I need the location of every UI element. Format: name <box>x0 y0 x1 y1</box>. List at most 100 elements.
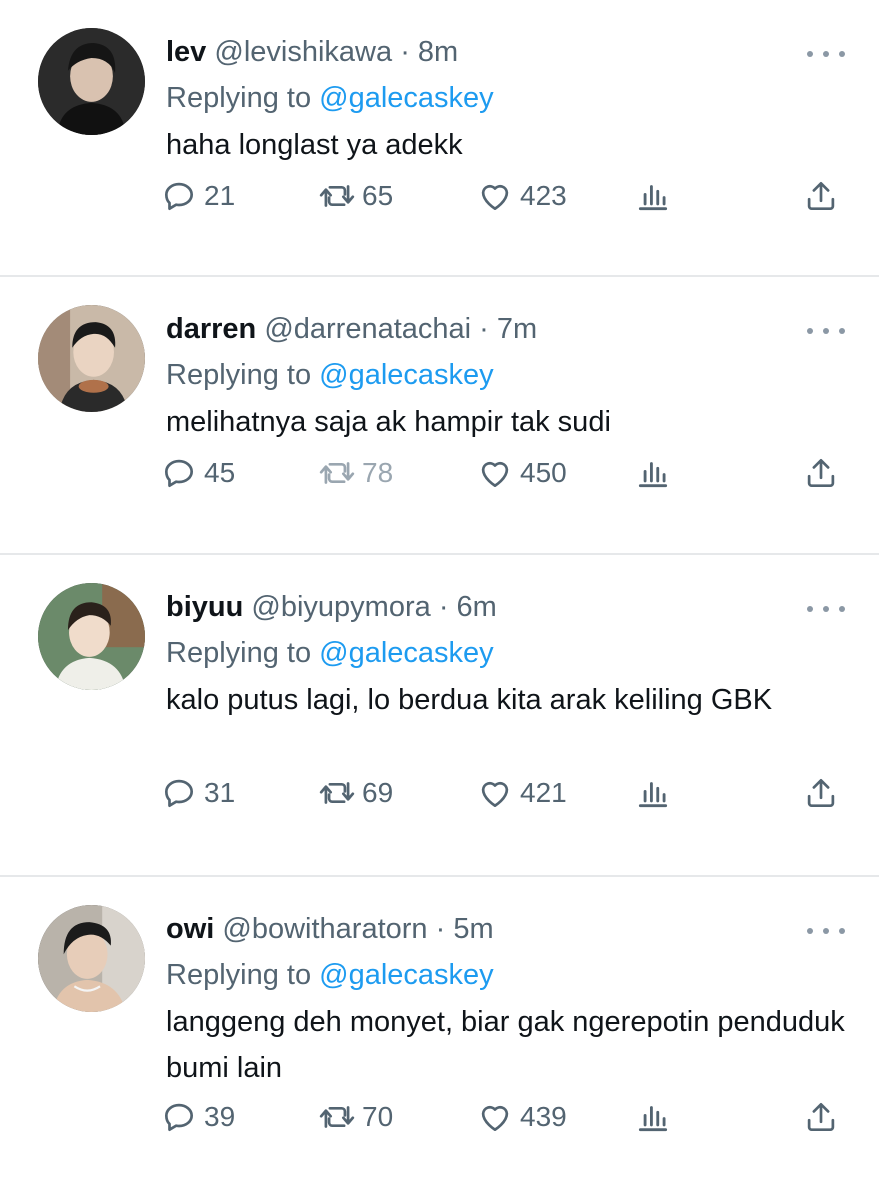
retweet-button[interactable]: 78 <box>318 454 393 492</box>
avatar[interactable] <box>38 305 145 412</box>
like-count: 450 <box>520 457 567 488</box>
more-options-icon[interactable] <box>807 321 845 341</box>
avatar[interactable] <box>38 28 145 135</box>
avatar[interactable] <box>38 583 145 690</box>
retweet-icon <box>319 462 355 484</box>
like-button[interactable]: 423 <box>476 177 567 215</box>
timestamp[interactable]: 8m <box>418 36 458 68</box>
more-options-icon[interactable] <box>807 921 845 941</box>
like-button[interactable]: 450 <box>476 454 567 492</box>
timestamp[interactable]: 6m <box>457 591 497 623</box>
share-button[interactable] <box>802 774 840 812</box>
analytics-button[interactable] <box>634 177 672 215</box>
tweet[interactable]: biyuu @biyupymora · 6m Replying to @gale… <box>0 555 879 877</box>
analytics-icon <box>638 782 668 808</box>
reply-count: 45 <box>204 457 236 488</box>
replying-to: Replying to @galecaskey <box>166 80 849 116</box>
share-icon <box>807 181 835 211</box>
retweet-count: 78 <box>362 457 394 488</box>
analytics-button[interactable] <box>634 1098 672 1136</box>
share-icon <box>807 1102 835 1132</box>
reply-feed: lev @levishikawa · 8m Replying to @galec… <box>0 0 879 1174</box>
retweet-icon <box>319 185 355 207</box>
tweet-text: melihatnya saja ak hampir tak sudi <box>166 406 611 438</box>
tweet-text: haha longlast ya adekk <box>166 129 463 161</box>
more-options-icon[interactable] <box>807 599 845 619</box>
tweet[interactable]: darren @darrenatachai · 7m Replying to @… <box>0 277 879 555</box>
analytics-button[interactable] <box>634 454 672 492</box>
retweet-button[interactable]: 65 <box>318 177 393 215</box>
reply-icon <box>164 779 194 808</box>
heart-icon <box>481 781 509 808</box>
retweet-count: 65 <box>362 180 394 211</box>
display-name[interactable]: lev <box>166 36 206 68</box>
separator: · <box>435 913 446 945</box>
reply-button[interactable]: 39 <box>160 1098 235 1136</box>
display-name[interactable]: biyuu <box>166 591 243 623</box>
retweet-button[interactable]: 70 <box>318 1098 393 1136</box>
tweet-header: biyuu @biyupymora · 6m <box>166 589 849 625</box>
share-icon <box>807 778 835 808</box>
mention-link[interactable]: @galecaskey <box>319 637 494 669</box>
display-name[interactable]: darren <box>166 313 256 345</box>
reply-button[interactable]: 21 <box>160 177 235 215</box>
separator: · <box>438 591 449 623</box>
share-button[interactable] <box>802 1098 840 1136</box>
timestamp[interactable]: 5m <box>453 913 493 945</box>
reply-count: 31 <box>204 777 236 808</box>
reply-icon <box>164 459 194 488</box>
retweet-button[interactable]: 69 <box>318 774 393 812</box>
reply-icon <box>164 1103 194 1132</box>
replying-to-label: Replying to <box>166 82 312 114</box>
share-icon <box>807 458 835 488</box>
separator: · <box>400 36 410 68</box>
reply-count: 39 <box>204 1101 236 1132</box>
reply-button[interactable]: 45 <box>160 454 235 492</box>
tweet-header: darren @darrenatachai · 7m <box>166 311 849 347</box>
replying-to: Replying to @galecaskey <box>166 357 849 393</box>
reply-icon <box>164 182 194 211</box>
heart-icon <box>481 461 509 488</box>
retweet-icon <box>319 782 355 804</box>
replying-to-label: Replying to <box>166 359 312 391</box>
share-button[interactable] <box>802 177 840 215</box>
analytics-icon <box>638 185 668 211</box>
reply-count: 21 <box>204 180 236 211</box>
tweet-header: owi @bowitharatorn · 5m <box>166 911 849 947</box>
heart-icon <box>481 184 509 211</box>
separator: · <box>479 313 489 345</box>
like-count: 423 <box>520 180 567 211</box>
retweet-count: 69 <box>362 777 394 808</box>
mention-link[interactable]: @galecaskey <box>319 959 494 991</box>
reply-button[interactable]: 31 <box>160 774 235 812</box>
replying-to-label: Replying to <box>166 959 312 991</box>
tweet-text: kalo putus lagi, lo berdua kita arak kel… <box>166 684 773 716</box>
replying-to: Replying to @galecaskey <box>166 957 849 993</box>
tweet-text: langgeng deh monyet, biar gak ngerepotin… <box>166 1006 845 1084</box>
heart-icon <box>481 1105 509 1132</box>
replying-to-label: Replying to <box>166 637 312 669</box>
display-name[interactable]: owi <box>166 913 214 945</box>
timestamp[interactable]: 7m <box>497 313 537 345</box>
tweet[interactable]: lev @levishikawa · 8m Replying to @galec… <box>0 0 879 277</box>
user-handle[interactable]: @biyupymora <box>251 591 430 623</box>
tweet-header: lev @levishikawa · 8m <box>166 34 849 70</box>
replying-to: Replying to @galecaskey <box>166 635 849 671</box>
user-handle[interactable]: @darrenatachai <box>264 313 471 345</box>
analytics-icon <box>638 462 668 488</box>
avatar[interactable] <box>38 905 145 1012</box>
like-button[interactable]: 439 <box>476 1098 567 1136</box>
retweet-count: 70 <box>362 1101 394 1132</box>
user-handle[interactable]: @levishikawa <box>214 36 392 68</box>
user-handle[interactable]: @bowitharatorn <box>222 913 427 945</box>
mention-link[interactable]: @galecaskey <box>319 359 494 391</box>
like-count: 439 <box>520 1101 567 1132</box>
share-button[interactable] <box>802 454 840 492</box>
retweet-icon <box>319 1106 355 1128</box>
more-options-icon[interactable] <box>807 44 845 64</box>
like-button[interactable]: 421 <box>476 774 567 812</box>
tweet[interactable]: owi @bowitharatorn · 5m Replying to @gal… <box>0 877 879 1174</box>
mention-link[interactable]: @galecaskey <box>319 82 494 114</box>
analytics-button[interactable] <box>634 774 672 812</box>
analytics-icon <box>638 1106 668 1132</box>
